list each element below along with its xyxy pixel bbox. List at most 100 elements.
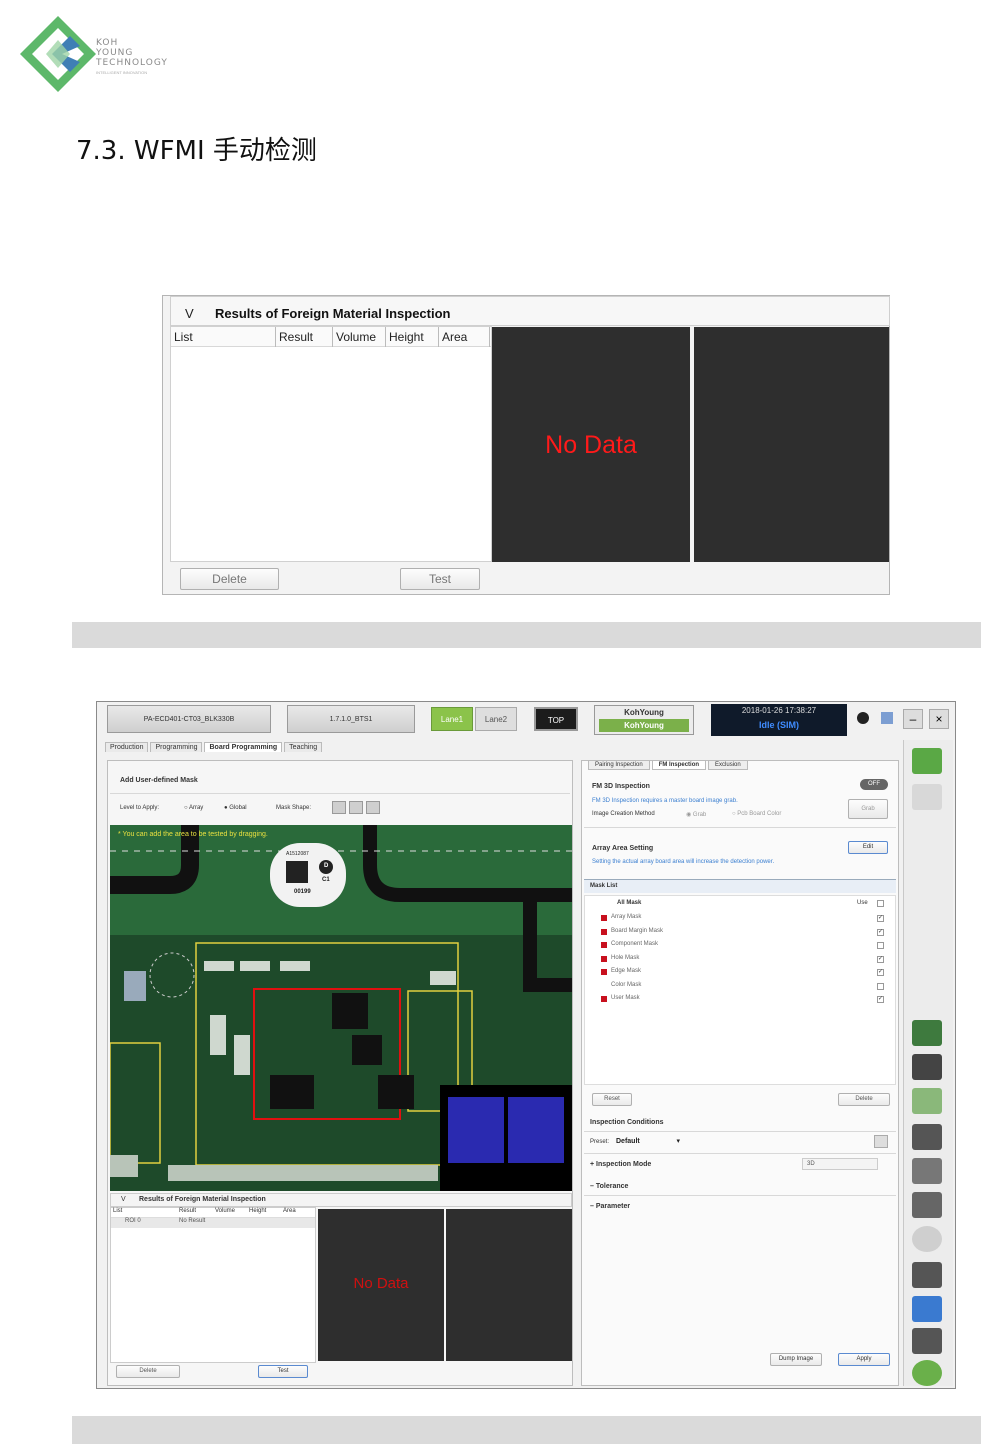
mask-row[interactable]: Component Mask (585, 940, 895, 952)
use-checkbox[interactable]: ✓ (877, 915, 884, 922)
collapse-chevron-icon[interactable]: V (121, 1196, 126, 1203)
settings-icon[interactable] (912, 1262, 942, 1288)
mask-delete-button[interactable]: Delete (838, 1093, 890, 1106)
lower-results-table: List Result Volume Height Area ROI 0 No … (110, 1207, 316, 1363)
tab-board-programming[interactable]: Board Programming (204, 742, 283, 752)
minimize-button[interactable]: – (903, 709, 923, 729)
grid-icon[interactable] (912, 784, 942, 810)
camera-icon[interactable] (912, 1088, 942, 1114)
inspection-mode-row[interactable]: + Inspection Mode (590, 1161, 651, 1168)
version-box[interactable]: 1.7.1.0_BTS1 (287, 705, 415, 733)
radio-global[interactable]: ● Global (224, 805, 247, 811)
section-title: 7.3. WFMI 手动检测 (76, 136, 317, 166)
grab-button[interactable]: Grab (848, 799, 888, 819)
document-icon[interactable] (912, 1124, 942, 1150)
col-volume[interactable]: Volume (333, 327, 386, 347)
tab-production[interactable]: Production (105, 742, 149, 752)
rect-shape-icon[interactable] (332, 801, 346, 814)
board-add-icon[interactable] (912, 748, 942, 774)
radio-pcb-color[interactable]: ○ Pcb Board Color (732, 811, 781, 817)
tab-exclusion[interactable]: Exclusion (708, 760, 748, 770)
col-result[interactable]: Result (276, 327, 333, 347)
col-result[interactable]: Result (179, 1208, 215, 1217)
col-area[interactable]: Area (439, 327, 490, 347)
gear-icon[interactable] (874, 1135, 888, 1148)
parameter-row[interactable]: – Parameter (590, 1203, 630, 1210)
close-button[interactable]: × (929, 709, 949, 729)
clock-icon[interactable] (912, 1226, 942, 1252)
tab-fm-inspection[interactable]: FM Inspection (651, 760, 707, 770)
use-checkbox[interactable]: ✓ (877, 928, 884, 936)
use-checkbox[interactable]: ✓ (877, 955, 884, 963)
monitor-icon[interactable] (912, 1192, 942, 1218)
logo-line-2: YOUNG (96, 48, 134, 58)
polygon-shape-icon[interactable] (366, 801, 380, 814)
col-height[interactable]: Height (386, 327, 439, 347)
company-line-1: KohYoung (624, 708, 664, 717)
report-icon[interactable] (912, 1158, 942, 1184)
tab-teaching[interactable]: Teaching (284, 742, 323, 752)
reset-button[interactable]: Reset (592, 1093, 632, 1106)
mask-row[interactable]: Array Mask ✓ (585, 913, 895, 925)
inspection-settings-panel: Pairing Inspection FM Inspection Exclusi… (581, 760, 899, 1386)
status-text: Idle (SIM) (759, 720, 799, 730)
mask-row[interactable]: Hole Mask ✓ (585, 954, 895, 966)
lower-results-title: Results of Foreign Material Inspection (139, 1196, 266, 1203)
pcb-label-c1: C1 (322, 877, 330, 883)
mask-row[interactable]: User Mask ✓ (585, 994, 895, 1006)
level-label: Level to Apply: (120, 805, 160, 811)
top-button[interactable]: TOP (534, 707, 578, 731)
collapse-chevron-icon[interactable]: V (185, 306, 194, 321)
radio-global-label: Global (229, 805, 247, 811)
col-height[interactable]: Height (249, 1208, 283, 1217)
delete-button[interactable]: Delete (180, 568, 279, 590)
circle-shape-icon[interactable] (349, 801, 363, 814)
mask-row[interactable]: Color Mask (585, 981, 895, 993)
mode-select[interactable]: 3D (802, 1158, 878, 1170)
use-checkbox[interactable] (877, 942, 884, 949)
lower-results-header[interactable]: V Results of Foreign Material Inspection (110, 1193, 572, 1207)
preset-select[interactable]: Default ▾ (616, 1136, 680, 1148)
calendar-icon[interactable] (912, 1054, 942, 1080)
lane1-button[interactable]: Lane1 (431, 707, 473, 731)
tab-programming[interactable]: Programming (150, 742, 203, 752)
radio-array[interactable]: ○ Array (184, 805, 203, 811)
lane2-button[interactable]: Lane2 (475, 707, 517, 731)
use-checkbox[interactable]: ✓ (877, 996, 884, 1003)
radio-grab[interactable]: ◉ Grab (686, 811, 706, 818)
divider (584, 1195, 896, 1196)
fm-results-header[interactable]: V Results of Foreign Material Inspection (170, 296, 890, 326)
edit-button[interactable]: Edit (848, 841, 888, 854)
mask-row[interactable]: Edge Mask ✓ (585, 967, 895, 979)
tab-pairing-inspection[interactable]: Pairing Inspection (588, 760, 650, 770)
tolerance-row[interactable]: – Tolerance (590, 1183, 628, 1190)
gear-icon[interactable] (857, 712, 869, 724)
mask-color-swatch (601, 955, 607, 962)
info-icon[interactable] (912, 1296, 942, 1322)
pcb-image-canvas[interactable]: * You can add the area to be tested by d… (110, 825, 572, 1191)
apply-button[interactable]: Apply (838, 1353, 890, 1366)
col-volume[interactable]: Volume (215, 1208, 249, 1217)
user-icon[interactable] (912, 1020, 942, 1046)
inspection-mode-label: Inspection Mode (596, 1161, 652, 1168)
fm3d-toggle[interactable]: OFF (860, 779, 888, 790)
col-list[interactable]: List (171, 327, 276, 347)
mask-color-swatch (601, 942, 607, 948)
use-all-checkbox[interactable] (877, 900, 884, 907)
use-checkbox[interactable] (877, 982, 884, 990)
fm-results-table: List Result Volume Height Area (170, 326, 492, 562)
col-area[interactable]: Area (283, 1208, 313, 1217)
table-row[interactable]: ROI 0 No Result (111, 1218, 315, 1228)
test-button[interactable]: Test (258, 1365, 308, 1378)
delete-button[interactable]: Delete (116, 1365, 180, 1378)
mask-row[interactable]: Board Margin Mask ✓ (585, 927, 895, 939)
use-checkbox[interactable]: ✓ (877, 969, 884, 976)
navigate-icon[interactable] (912, 1328, 942, 1354)
col-list[interactable]: List (111, 1208, 179, 1217)
mask-list-header: Mask List (584, 879, 896, 893)
job-name-box[interactable]: PA-ECD401-CT03_BLK330B (107, 705, 271, 733)
test-button[interactable]: Test (400, 568, 480, 590)
dump-image-button[interactable]: Dump Image (770, 1353, 822, 1366)
pcb-label-code: A1512087 (286, 851, 309, 857)
window-icon[interactable] (881, 712, 893, 724)
